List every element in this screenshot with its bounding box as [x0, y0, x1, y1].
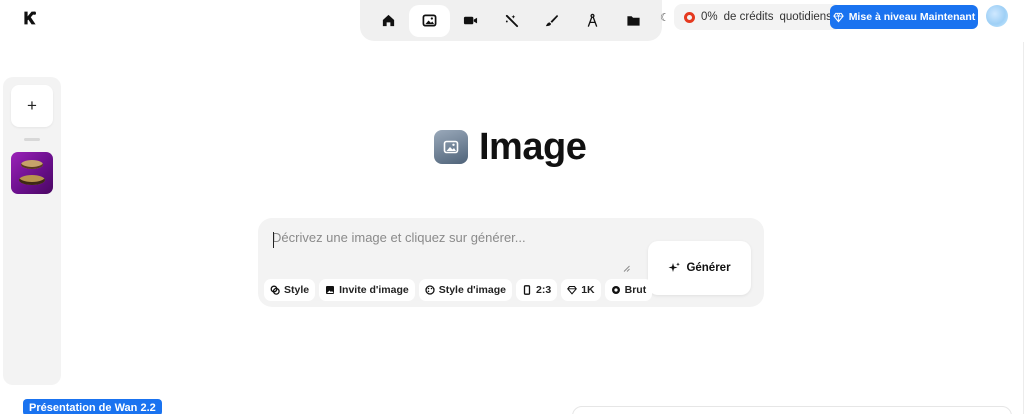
palette-icon: [425, 285, 435, 295]
brush-icon: [546, 14, 559, 27]
credits-ring-icon: [684, 11, 695, 23]
chip-label: 1K: [581, 284, 595, 296]
credits-indicator[interactable]: 0% de crédits quotidiens: [674, 4, 842, 30]
nav-design[interactable]: [572, 5, 613, 37]
thumbnail-dish-bottom: [19, 175, 45, 185]
nav-edit[interactable]: [491, 5, 532, 37]
nav-video[interactable]: [450, 5, 491, 37]
generate-button[interactable]: Générer: [648, 241, 751, 295]
thumbnail-dish-top: [21, 160, 43, 169]
diamond-icon: [832, 12, 844, 22]
chip-style[interactable]: Style: [264, 279, 316, 301]
chip-image-prompt[interactable]: Invite d'image: [319, 279, 415, 301]
generate-label: Générer: [686, 262, 731, 274]
chip-label: Style d'image: [438, 284, 506, 296]
new-generation-button[interactable]: +: [11, 85, 53, 127]
avatar[interactable]: [986, 5, 1008, 27]
top-nav: [360, 0, 662, 41]
history-sidebar: +: [3, 77, 61, 385]
video-icon: [463, 16, 477, 25]
image-icon: [422, 14, 437, 27]
upgrade-label: Mise à niveau Maintenant: [848, 11, 976, 23]
partial-moon-icon[interactable]: ☾: [660, 11, 668, 25]
compass-icon: [587, 13, 598, 27]
nav-draw[interactable]: [531, 5, 572, 37]
sidebar-divider: [24, 138, 40, 141]
aspect-ratio-icon: [523, 285, 531, 295]
upgrade-button[interactable]: Mise à niveau Maintenant: [830, 5, 978, 29]
chip-raw[interactable]: Brut: [604, 279, 653, 301]
image-prompt-icon: [326, 286, 335, 294]
history-thumbnail[interactable]: [11, 152, 53, 194]
plus-icon: +: [27, 96, 37, 115]
sparkle-icon: [668, 262, 681, 272]
image-icon: [434, 130, 468, 164]
announcement-badge[interactable]: Présentation de Wan 2.2: [23, 399, 162, 414]
diamond-icon: [567, 285, 578, 295]
nav-image[interactable]: [408, 4, 450, 37]
chip-label: Brut: [624, 284, 647, 296]
credits-label: de crédits: [723, 11, 774, 23]
credits-suffix: quotidiens: [779, 11, 832, 23]
prompt-input[interactable]: [272, 230, 632, 274]
brand-logo-icon: [24, 11, 36, 25]
text-caret: [273, 232, 274, 248]
option-chips: Style Invite d'image Style d'image 2:3 1…: [264, 279, 653, 301]
bottom-card: [572, 406, 1012, 414]
resize-grip-icon[interactable]: [623, 265, 630, 272]
chip-aspect-ratio[interactable]: 2:3: [516, 279, 558, 301]
folder-icon: [627, 16, 640, 26]
nav-assets[interactable]: [613, 5, 654, 37]
logo[interactable]: [20, 8, 40, 28]
page: ☾ 0% de crédits quotidiens Mise à niveau…: [0, 0, 1024, 414]
chip-image-style[interactable]: Style d'image: [418, 279, 512, 301]
home-icon: [382, 14, 395, 27]
nav-home[interactable]: [368, 5, 409, 37]
chip-label: Style: [284, 284, 310, 296]
style-icon: [270, 285, 280, 295]
credits-percent: 0%: [701, 11, 718, 23]
page-title: Image: [479, 125, 587, 168]
chip-resolution[interactable]: 1K: [561, 279, 601, 301]
page-header: Image: [434, 125, 587, 168]
chip-label: Invite d'image: [339, 284, 409, 296]
aperture-icon: [611, 286, 620, 294]
magic-wand-icon: [505, 14, 518, 28]
chip-label: 2:3: [536, 284, 552, 296]
